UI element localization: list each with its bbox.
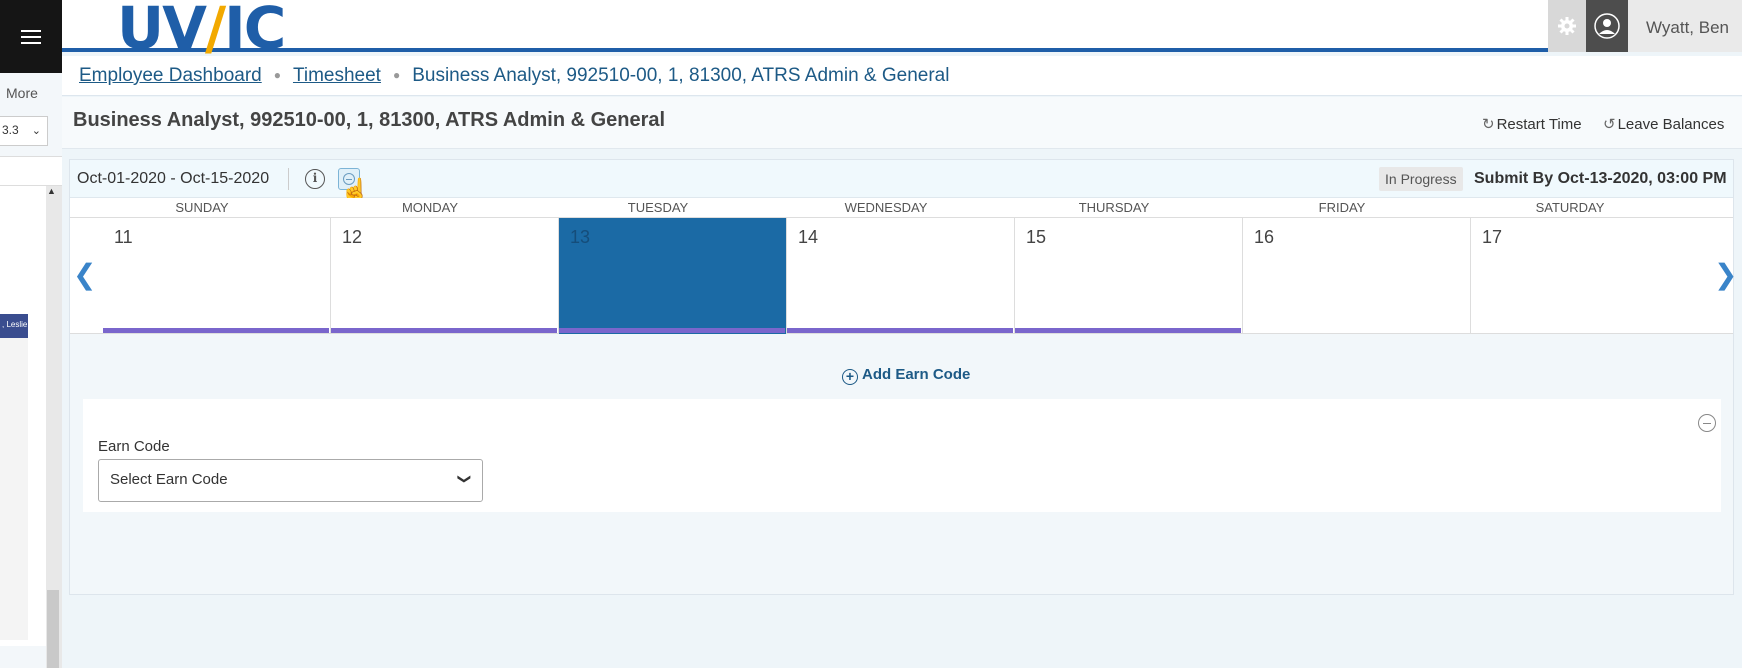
info-icon[interactable]: i bbox=[305, 169, 325, 189]
earn-code-select[interactable]: Select Earn Code ❯ bbox=[98, 459, 483, 502]
day-cell-saturday[interactable]: 17 bbox=[1471, 218, 1733, 334]
history-icon: ↺ bbox=[1603, 116, 1616, 133]
hours-bar bbox=[331, 328, 557, 333]
gear-icon bbox=[1558, 17, 1576, 35]
day-number: 17 bbox=[1482, 227, 1503, 247]
day-cell-monday[interactable]: 12 bbox=[331, 218, 559, 334]
chevron-down-icon: ❯ bbox=[457, 473, 473, 485]
chevron-down-icon: ⌄ bbox=[31, 125, 41, 137]
weekday-sunday: SUNDAY bbox=[175, 200, 229, 215]
user-name[interactable]: Wyatt, Ben bbox=[1628, 0, 1742, 52]
breadcrumb: Employee Dashboard ● Timesheet ● Business An… bbox=[62, 56, 1742, 96]
previous-week-chevron-icon[interactable]: ❮ bbox=[73, 258, 96, 291]
more-link[interactable]: More bbox=[6, 85, 38, 101]
calendar-header: Oct-01-2020 - Oct-15-2020 i ☝ In Progres… bbox=[70, 160, 1733, 205]
day-number: 14 bbox=[798, 227, 819, 247]
restart-time-button[interactable]: ↻ Restart Time bbox=[1482, 115, 1582, 133]
weekday-tuesday: TUESDAY bbox=[627, 200, 689, 215]
preview-thumbnail-header: , Leslie bbox=[0, 314, 28, 338]
left-panel: More 3.3 ⌄ , Leslie ▲ bbox=[0, 0, 62, 668]
day-cell-thursday[interactable]: 15 bbox=[1015, 218, 1243, 334]
day-number: 15 bbox=[1026, 227, 1047, 247]
pay-period: Oct-01-2020 - Oct-15-2020 bbox=[77, 170, 270, 187]
left-select-value: 3.3 bbox=[2, 123, 19, 137]
breadcrumb-separator: ● bbox=[392, 68, 401, 82]
day-number: 11 bbox=[114, 227, 133, 247]
earn-code-panel: Earn Code Select Earn Code ❯ bbox=[83, 399, 1721, 512]
add-earn-code-button[interactable]: + Add Earn Code bbox=[842, 366, 970, 385]
breadcrumb-separator: ● bbox=[273, 68, 281, 82]
hamburger-icon bbox=[21, 35, 41, 38]
user-profile-button[interactable] bbox=[1586, 0, 1628, 52]
scrollbar-thumb[interactable] bbox=[47, 590, 59, 668]
hours-bar bbox=[787, 328, 1013, 333]
hamburger-menu-button[interactable] bbox=[0, 0, 62, 73]
weekday-saturday: SATURDAY bbox=[1535, 200, 1605, 215]
weekday-monday: MONDAY bbox=[401, 200, 459, 215]
weekday-headers: SUNDAY MONDAY TUESDAY WEDNESDAY THURSDAY… bbox=[70, 198, 1733, 218]
settings-button[interactable] bbox=[1548, 0, 1586, 52]
earn-code-label: Earn Code bbox=[98, 438, 170, 455]
app-header: UV/IC Wyatt, Ben bbox=[62, 0, 1742, 62]
breadcrumb-timesheet[interactable]: Timesheet bbox=[293, 65, 381, 86]
weekday-friday: FRIDAY bbox=[1318, 200, 1366, 215]
day-number: 16 bbox=[1254, 227, 1275, 247]
leave-balances-label: Leave Balances bbox=[1617, 116, 1725, 133]
breadcrumb-current: Business Analyst, 992510-00, 1, 81300, A… bbox=[412, 65, 950, 86]
hours-bar bbox=[1015, 328, 1241, 333]
day-number: 13 bbox=[570, 227, 591, 247]
plus-circle-icon: + bbox=[842, 369, 858, 385]
add-earn-code-label: Add Earn Code bbox=[862, 366, 971, 383]
scroll-up-icon[interactable]: ▲ bbox=[47, 186, 56, 196]
uvic-logo[interactable]: UV/IC bbox=[117, 0, 286, 62]
timesheet-calendar: Oct-01-2020 - Oct-15-2020 i ☝ In Progres… bbox=[69, 159, 1737, 595]
breadcrumb-employee-dashboard[interactable]: Employee Dashboard bbox=[79, 65, 262, 86]
left-select[interactable]: 3.3 ⌄ bbox=[0, 116, 48, 146]
restart-icon: ↻ bbox=[1482, 116, 1495, 133]
user-avatar-icon bbox=[1594, 13, 1620, 39]
day-number: 12 bbox=[342, 227, 363, 247]
restart-time-label: Restart Time bbox=[1496, 116, 1582, 133]
day-cell-wednesday[interactable]: 14 bbox=[787, 218, 1015, 334]
week-row: 11 12 13 14 15 16 17 ❮ ❯ bbox=[70, 218, 1737, 334]
remove-circle-icon[interactable] bbox=[1698, 414, 1716, 432]
day-cell-tuesday[interactable]: 13 bbox=[559, 218, 787, 334]
divider bbox=[288, 168, 289, 190]
left-strip bbox=[0, 156, 62, 186]
status-badge: In Progress bbox=[1379, 167, 1463, 191]
submit-by-deadline: Submit By Oct-13-2020, 03:00 PM bbox=[1474, 170, 1727, 187]
leave-balances-button[interactable]: ↺ Leave Balances bbox=[1603, 115, 1724, 133]
weekday-wednesday: WEDNESDAY bbox=[844, 200, 928, 215]
weekday-thursday: THURSDAY bbox=[1078, 200, 1150, 215]
page-title: Business Analyst, 992510-00, 1, 81300, A… bbox=[73, 109, 666, 131]
next-week-chevron-icon[interactable]: ❯ bbox=[1714, 258, 1737, 291]
preview-thumbnail bbox=[0, 314, 28, 640]
hours-bar bbox=[559, 328, 785, 333]
title-row: Business Analyst, 992510-00, 1, 81300, A… bbox=[62, 97, 1742, 149]
hours-bar bbox=[103, 328, 329, 333]
earn-code-placeholder: Select Earn Code bbox=[110, 471, 228, 488]
day-cell-friday[interactable]: 16 bbox=[1243, 218, 1471, 334]
day-cell-sunday[interactable]: 11 bbox=[103, 218, 331, 334]
